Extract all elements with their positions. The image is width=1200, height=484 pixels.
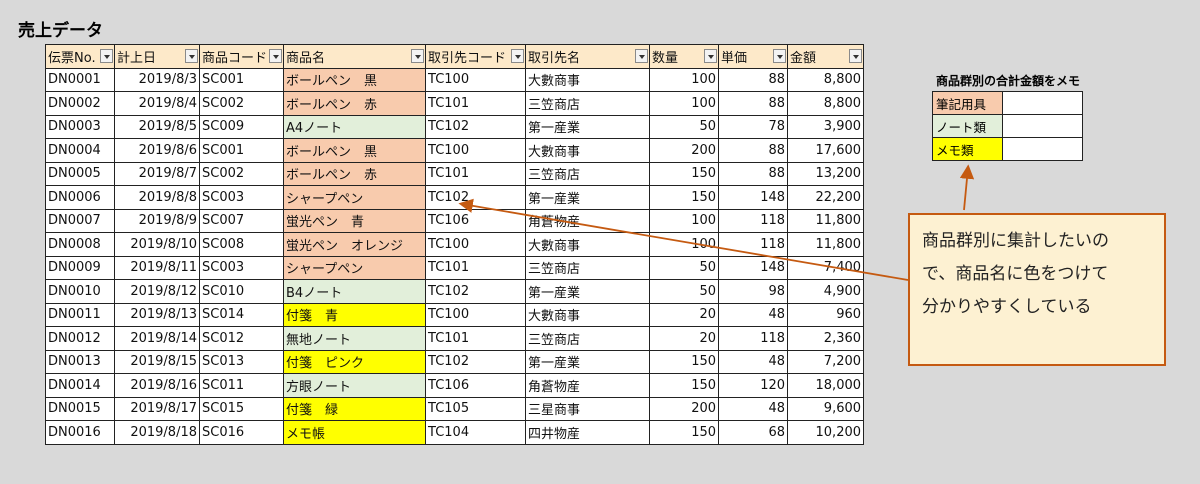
callout-arrows [458,164,975,281]
arrow-to-product-name [458,198,909,281]
arrow-to-summary [959,164,975,211]
